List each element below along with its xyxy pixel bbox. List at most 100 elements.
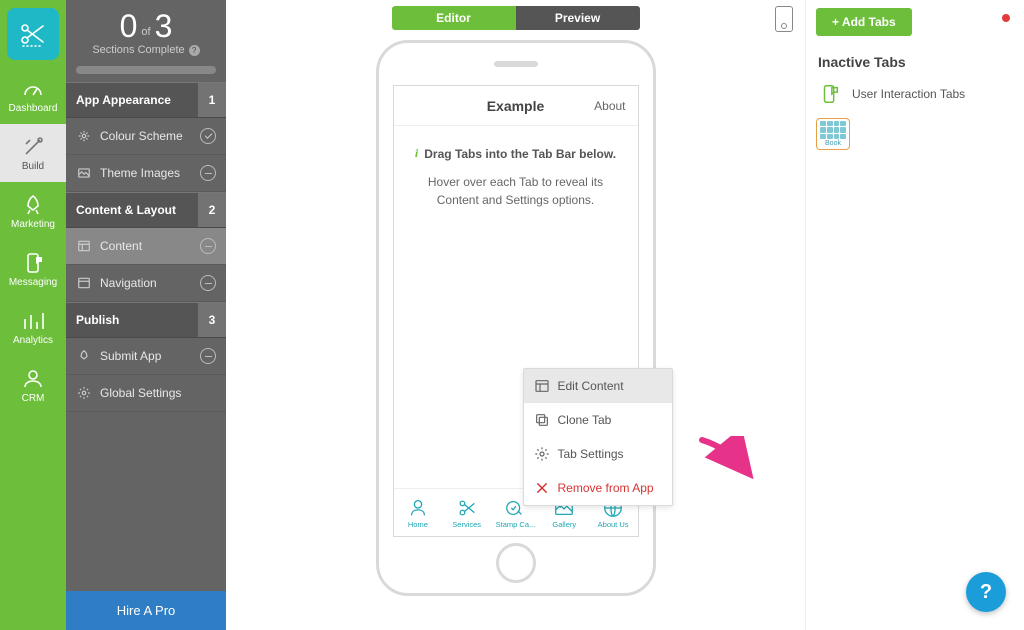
rail-item-label: Build [22, 161, 44, 172]
sidebar-item-submit-app[interactable]: Submit App [66, 338, 226, 375]
nav-icon [76, 275, 92, 291]
inactive-tab-book[interactable]: Book [816, 118, 850, 150]
tab-preview[interactable]: Preview [516, 6, 640, 30]
check-icon [200, 128, 216, 144]
info-icon: i [415, 146, 418, 161]
inactive-tab-label: User Interaction Tabs [852, 87, 965, 101]
rail-item-analytics[interactable]: Analytics [0, 298, 66, 356]
step-badge: 2 [198, 193, 226, 227]
nav-rail: Dashboard Build Marketing Messaging Anal… [0, 0, 66, 630]
rocket-icon [21, 193, 45, 217]
app-logo [7, 8, 59, 60]
collapse-icon [200, 275, 216, 291]
notification-dot-icon [1002, 14, 1010, 22]
step-badge: 3 [198, 303, 226, 337]
section-header-appearance[interactable]: App Appearance 1 [66, 82, 226, 118]
person-icon [21, 367, 45, 391]
tab-editor[interactable]: Editor [392, 6, 516, 30]
chart-icon [21, 309, 45, 333]
sidebar-item-content[interactable]: Content [66, 228, 226, 265]
tools-icon [21, 135, 45, 159]
phone-preview: Example About i Drag Tabs into the Tab B… [376, 40, 656, 596]
help-fab[interactable]: ? [966, 572, 1006, 612]
sidebar-item-label: Content [100, 239, 142, 253]
phone-home-button-icon [496, 543, 536, 583]
sidebar-item-label: Submit App [100, 349, 161, 363]
tab-label: Home [408, 520, 428, 529]
sidebar: 0 of 3 Sections Complete ? App Appearanc… [66, 0, 226, 630]
collapse-icon [200, 238, 216, 254]
ctx-remove[interactable]: Remove from App [524, 471, 672, 505]
services-icon [456, 497, 478, 519]
rail-item-marketing[interactable]: Marketing [0, 182, 66, 240]
collapse-icon [200, 165, 216, 181]
ctx-label: Edit Content [558, 379, 624, 393]
sidebar-item-navigation[interactable]: Navigation [66, 265, 226, 302]
gauge-icon [21, 77, 45, 101]
device-toggle[interactable] [775, 6, 793, 32]
layout-icon [534, 378, 550, 394]
section-header-publish[interactable]: Publish 3 [66, 302, 226, 338]
ctx-clone-tab[interactable]: Clone Tab [524, 403, 672, 437]
gear-icon [76, 385, 92, 401]
step-badge: 1 [198, 83, 226, 117]
rail-item-build[interactable]: Build [0, 124, 66, 182]
inactive-tab-group[interactable]: User Interaction Tabs [816, 80, 1014, 108]
rail-item-crm[interactable]: CRM [0, 356, 66, 414]
ctx-tab-settings[interactable]: Tab Settings [524, 437, 672, 471]
rail-item-messaging[interactable]: Messaging [0, 240, 66, 298]
inactive-heading: Inactive Tabs [818, 54, 1014, 70]
sidebar-item-theme-images[interactable]: Theme Images [66, 155, 226, 192]
section-title: Publish [66, 303, 129, 337]
rail-item-dashboard[interactable]: Dashboard [0, 66, 66, 124]
hire-a-pro-button[interactable]: Hire A Pro [66, 591, 226, 630]
right-panel: + Add Tabs Inactive Tabs User Interactio… [806, 0, 1024, 630]
help-icon[interactable]: ? [189, 45, 200, 56]
palette-icon [76, 128, 92, 144]
tab-group-icon [818, 82, 842, 106]
progress-box: 0 of 3 Sections Complete ? [66, 0, 226, 82]
tab-label: Services [452, 520, 481, 529]
ctx-label: Tab Settings [558, 447, 624, 461]
hint-text-2: Hover over each Tab to reveal its Conten… [414, 173, 618, 209]
phone-speaker-icon [494, 61, 538, 67]
tab-services[interactable]: Services [445, 497, 489, 529]
rail-item-label: Dashboard [9, 103, 58, 114]
layout-icon [76, 238, 92, 254]
sidebar-item-colour-scheme[interactable]: Colour Scheme [66, 118, 226, 155]
sidebar-item-label: Colour Scheme [100, 129, 183, 143]
tab-label: Gallery [552, 520, 576, 529]
rail-item-label: CRM [22, 393, 45, 404]
annotation-arrow-icon [698, 436, 756, 485]
progress-subtitle: Sections Complete [92, 44, 184, 56]
section-title: Content & Layout [66, 193, 186, 227]
app-header: Example About [394, 86, 638, 126]
question-icon: ? [980, 581, 992, 604]
phone-message-icon [21, 251, 45, 275]
section-title: App Appearance [66, 83, 181, 117]
gear-icon [534, 446, 550, 462]
hint-text-1: Drag Tabs into the Tab Bar below. [424, 147, 616, 161]
sidebar-item-global-settings[interactable]: Global Settings [66, 375, 226, 412]
thumb-label: Book [825, 140, 841, 147]
progress-bar [76, 66, 216, 74]
section-header-content[interactable]: Content & Layout 2 [66, 192, 226, 228]
editor-canvas: Editor Preview Example About i Drag Tabs… [226, 0, 806, 630]
sidebar-item-label: Theme Images [100, 166, 180, 180]
rail-item-label: Marketing [11, 219, 55, 230]
add-tabs-button[interactable]: + Add Tabs [816, 8, 912, 36]
progress-of: of [141, 26, 150, 42]
tab-home[interactable]: Home [396, 497, 440, 529]
home-icon [407, 497, 429, 519]
collapse-icon [200, 348, 216, 364]
ctx-edit-content[interactable]: Edit Content [524, 369, 672, 403]
rail-item-label: Analytics [13, 335, 53, 346]
tab-context-menu: Edit Content Clone Tab Tab Settings Remo… [523, 368, 673, 506]
about-link[interactable]: About [594, 99, 637, 113]
sidebar-item-label: Navigation [100, 276, 157, 290]
sidebar-item-label: Global Settings [100, 386, 181, 400]
progress-done: 0 [120, 10, 138, 42]
rail-item-label: Messaging [9, 277, 57, 288]
tab-label: Stamp Ca... [496, 520, 536, 529]
x-icon [534, 480, 550, 496]
